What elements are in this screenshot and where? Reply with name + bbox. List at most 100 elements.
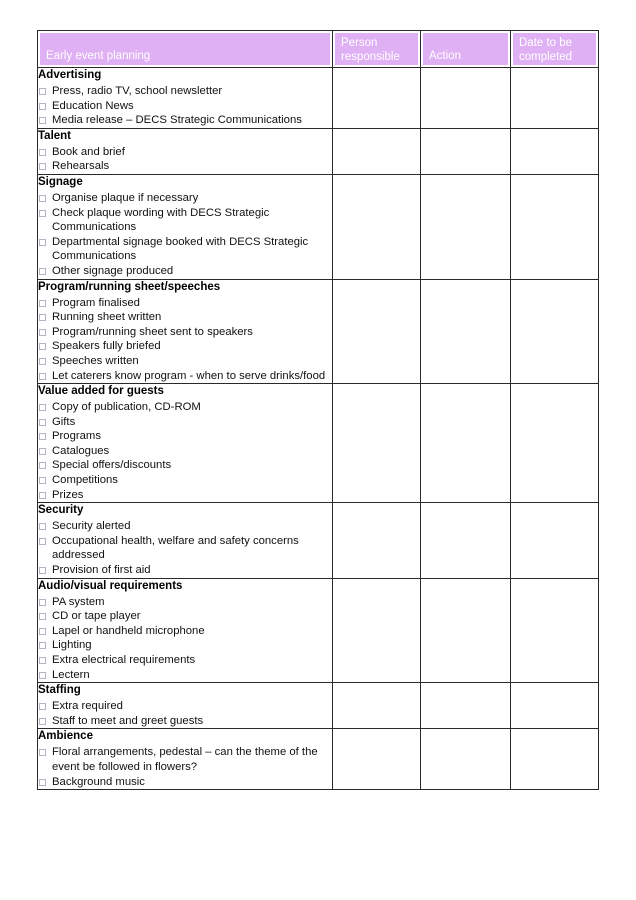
list-item[interactable]: Press, radio TV, school newsletter <box>38 84 332 99</box>
checkbox-icon[interactable] <box>39 418 46 426</box>
list-item-label: Program finalised <box>52 296 140 309</box>
checkbox-icon[interactable] <box>39 537 46 545</box>
cell-action[interactable] <box>420 577 511 684</box>
checkbox-icon[interactable] <box>39 194 46 202</box>
cell-date-to-be-completed[interactable] <box>510 502 599 579</box>
checkbox-icon[interactable] <box>39 598 46 606</box>
checkbox-icon[interactable] <box>39 357 46 365</box>
cell-person-responsible[interactable] <box>332 728 421 791</box>
list-item[interactable]: CD or tape player <box>38 609 332 624</box>
checkbox-icon[interactable] <box>39 447 46 455</box>
list-item[interactable]: Lapel or handheld microphone <box>38 624 332 639</box>
list-item[interactable]: Competitions <box>38 473 332 488</box>
cell-action[interactable] <box>420 173 511 280</box>
cell-person-responsible[interactable] <box>332 383 421 504</box>
list-item[interactable]: Programs <box>38 429 332 444</box>
cell-action[interactable] <box>420 682 511 730</box>
checkbox-icon[interactable] <box>39 613 46 621</box>
cell-action[interactable] <box>420 502 511 579</box>
checkbox-icon[interactable] <box>39 477 46 485</box>
list-item[interactable]: Education News <box>38 99 332 114</box>
checklist-items: Book and brief Rehearsals <box>38 145 332 174</box>
checkbox-icon[interactable] <box>39 657 46 664</box>
list-item[interactable]: Book and brief <box>38 145 332 160</box>
list-item[interactable]: Staff to meet and greet guests <box>38 714 332 729</box>
list-item[interactable]: Provision of first aid <box>38 563 332 578</box>
checkbox-icon[interactable] <box>39 102 46 110</box>
cell-action[interactable] <box>420 67 511 129</box>
list-item[interactable]: Lighting <box>38 638 332 653</box>
checkbox-icon[interactable] <box>39 523 46 531</box>
list-item[interactable]: Special offers/discounts <box>38 458 332 473</box>
list-item[interactable]: Floral arrangements, pedestal – can the … <box>38 745 332 774</box>
checkbox-icon[interactable] <box>39 433 46 441</box>
list-item[interactable]: Gifts <box>38 415 332 430</box>
cell-date-to-be-completed[interactable] <box>510 67 599 129</box>
checkbox-icon[interactable] <box>39 238 46 246</box>
checkbox-icon[interactable] <box>39 88 46 95</box>
checkbox-icon[interactable] <box>39 567 46 575</box>
list-item[interactable]: Extra electrical requirements <box>38 653 332 668</box>
cell-date-to-be-completed[interactable] <box>510 577 599 684</box>
list-item[interactable]: Program finalised <box>38 296 332 311</box>
checkbox-icon[interactable] <box>39 343 46 351</box>
cell-date-to-be-completed[interactable] <box>510 682 599 730</box>
checkbox-icon[interactable] <box>39 627 46 635</box>
list-item[interactable]: Copy of publication, CD-ROM <box>38 400 332 415</box>
checkbox-icon[interactable] <box>39 404 46 412</box>
list-item[interactable]: Check plaque wording with DECS Strategic… <box>38 206 332 235</box>
list-item[interactable]: Other signage produced <box>38 264 332 279</box>
list-item[interactable]: Speeches written <box>38 354 332 369</box>
checkbox-icon[interactable] <box>39 148 46 156</box>
cell-action[interactable] <box>420 383 511 504</box>
list-item[interactable]: Organise plaque if necessary <box>38 191 332 206</box>
checkbox-icon[interactable] <box>39 314 46 322</box>
list-item[interactable]: Departmental signage booked with DECS St… <box>38 235 332 264</box>
cell-action[interactable] <box>420 728 511 791</box>
cell-person-responsible[interactable] <box>332 127 421 175</box>
list-item[interactable]: Catalogues <box>38 444 332 459</box>
checklist-items: Floral arrangements, pedestal – can the … <box>38 745 332 789</box>
list-item[interactable]: Let caterers know program - when to serv… <box>38 369 332 384</box>
cell-person-responsible[interactable] <box>332 173 421 280</box>
checkbox-icon[interactable] <box>39 117 46 125</box>
checkbox-icon[interactable] <box>39 267 46 275</box>
list-item[interactable]: Extra required <box>38 699 332 714</box>
list-item[interactable]: Rehearsals <box>38 159 332 174</box>
cell-person-responsible[interactable] <box>332 577 421 684</box>
list-item[interactable]: Running sheet written <box>38 310 332 325</box>
cell-date-to-be-completed[interactable] <box>510 127 599 175</box>
checkbox-icon[interactable] <box>39 328 46 336</box>
checkbox-icon[interactable] <box>39 299 46 307</box>
checkbox-icon[interactable] <box>39 671 46 679</box>
list-item[interactable]: Speakers fully briefed <box>38 339 332 354</box>
list-item[interactable]: Media release – DECS Strategic Communica… <box>38 113 332 128</box>
checkbox-icon[interactable] <box>39 163 46 171</box>
list-item[interactable]: PA system <box>38 595 332 610</box>
checkbox-icon[interactable] <box>39 642 46 650</box>
cell-date-to-be-completed[interactable] <box>510 173 599 280</box>
list-item[interactable]: Prizes <box>38 488 332 503</box>
checkbox-icon[interactable] <box>39 703 46 711</box>
checkbox-icon[interactable] <box>39 717 46 725</box>
checkbox-icon[interactable] <box>39 372 46 380</box>
cell-action[interactable] <box>420 127 511 175</box>
cell-person-responsible[interactable] <box>332 67 421 129</box>
checkbox-icon[interactable] <box>39 778 46 786</box>
list-item[interactable]: Occupational health, welfare and safety … <box>38 534 332 563</box>
list-item[interactable]: Program/running sheet sent to speakers <box>38 325 332 340</box>
cell-person-responsible[interactable] <box>332 278 421 385</box>
checkbox-icon[interactable] <box>39 209 46 217</box>
list-item[interactable]: Lectern <box>38 668 332 683</box>
cell-date-to-be-completed[interactable] <box>510 383 599 504</box>
list-item[interactable]: Security alerted <box>38 519 332 534</box>
list-item[interactable]: Background music <box>38 775 332 790</box>
checkbox-icon[interactable] <box>39 491 46 499</box>
cell-date-to-be-completed[interactable] <box>510 728 599 791</box>
cell-action[interactable] <box>420 278 511 385</box>
checkbox-icon[interactable] <box>39 749 46 757</box>
cell-person-responsible[interactable] <box>332 502 421 579</box>
cell-date-to-be-completed[interactable] <box>510 278 599 385</box>
checkbox-icon[interactable] <box>39 462 46 470</box>
cell-person-responsible[interactable] <box>332 682 421 730</box>
